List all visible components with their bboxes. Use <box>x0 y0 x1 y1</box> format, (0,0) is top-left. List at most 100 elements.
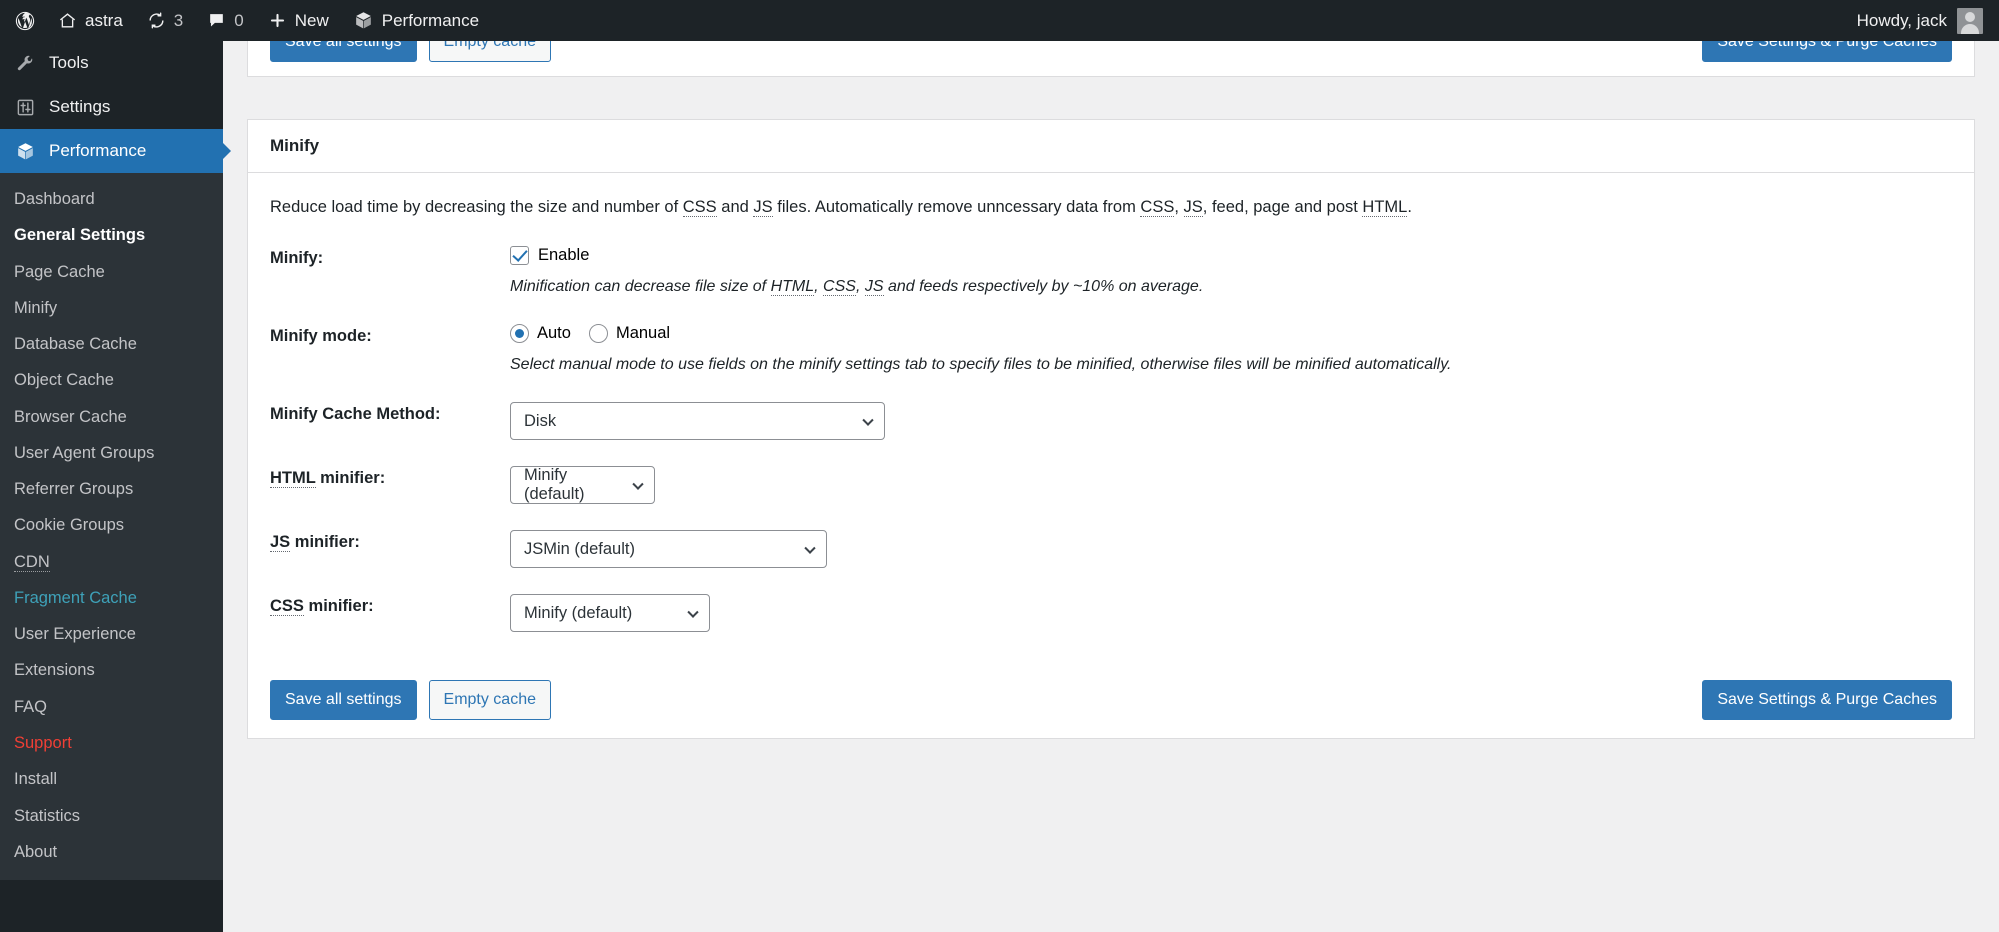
comments-menu[interactable]: 0 <box>195 0 255 41</box>
update-arrows-icon <box>147 11 166 30</box>
save-all-settings-button-top[interactable]: Save all settings <box>270 41 417 62</box>
submenu-item-label: General Settings <box>14 226 146 245</box>
submenu-item-label: About <box>14 842 58 861</box>
save-all-settings-button-bottom[interactable]: Save all settings <box>270 680 417 721</box>
minify-enable-checkbox[interactable] <box>510 245 529 265</box>
minify-description: Reduce load time by decreasing the size … <box>270 195 1952 220</box>
chevron-down-icon <box>687 606 699 618</box>
js-minifier-select[interactable]: JSMin (default) <box>510 530 827 569</box>
main-content: Save all settings Empty cache Save Setti… <box>223 41 1999 932</box>
minify-enable-checkbox-label: Enable <box>538 245 590 264</box>
submenu-item-object-cache[interactable]: Object Cache <box>0 362 223 398</box>
submenu-item-fragment-cache[interactable]: Fragment Cache <box>0 580 223 616</box>
updates-menu[interactable]: 3 <box>135 0 195 41</box>
wordpress-logo-menu[interactable] <box>0 0 46 41</box>
label-text: minifier: <box>315 469 386 488</box>
submenu-item-browser-cache[interactable]: Browser Cache <box>0 399 223 435</box>
submenu-item-label: Minify <box>14 298 58 317</box>
plus-icon <box>268 11 287 30</box>
submenu-item-cdn[interactable]: CDN <box>0 544 223 580</box>
hint-text: and feeds respectively by ~10% on averag… <box>883 277 1204 295</box>
action-bar-top: Save all settings Empty cache Save Setti… <box>248 41 1974 76</box>
submenu-item-extensions[interactable]: Extensions <box>0 652 223 688</box>
home-icon <box>58 11 77 30</box>
minify-cache-method-row: Minify Cache Method: Disk <box>270 402 1952 441</box>
previous-panel-actions: Save all settings Empty cache Save Setti… <box>247 41 1975 77</box>
settings-sliders-icon <box>14 98 36 117</box>
save-settings-purge-caches-button-top[interactable]: Save Settings & Purge Caches <box>1702 41 1952 62</box>
css-minifier-field: Minify (default) <box>510 594 1952 633</box>
new-label: New <box>294 10 329 30</box>
hint-text: , <box>855 277 865 295</box>
comments-count: 0 <box>234 10 244 30</box>
submenu-item-database-cache[interactable]: Database Cache <box>0 326 223 362</box>
css-minifier-row: CSS minifier: Minify (default) <box>270 594 1952 633</box>
minify-mode-field: Auto Manual Select manual mode to use fi… <box>510 323 1952 376</box>
howdy-label: Howdy, jack <box>1856 10 1947 30</box>
submenu-item-install[interactable]: Install <box>0 761 223 797</box>
submenu-item-about[interactable]: About <box>0 834 223 870</box>
html-minifier-select[interactable]: Minify (default) <box>510 466 655 505</box>
minify-enable-checkbox-line[interactable]: Enable <box>510 245 1952 265</box>
account-menu[interactable]: Howdy, jack <box>1856 7 1999 34</box>
sidebar-item-label: Performance <box>49 141 147 160</box>
desc-text: . <box>1407 198 1412 216</box>
submenu-item-referrer-groups[interactable]: Referrer Groups <box>0 471 223 507</box>
submenu-item-label: Object Cache <box>14 371 114 390</box>
avatar <box>1957 7 1983 34</box>
submenu-item-minify[interactable]: Minify <box>0 290 223 326</box>
sidebar-item-settings[interactable]: Settings <box>0 85 223 129</box>
submenu-item-label: Dashboard <box>14 190 95 208</box>
submenu-item-user-experience[interactable]: User Experience <box>0 616 223 652</box>
comment-bubble-icon <box>207 11 226 30</box>
css-minifier-label: CSS minifier: <box>270 594 510 617</box>
cube-icon <box>14 141 36 162</box>
sidebar-item-label: Tools <box>49 53 89 72</box>
empty-cache-button-top[interactable]: Empty cache <box>428 41 551 62</box>
chevron-down-icon <box>862 414 874 426</box>
wrench-icon <box>14 54 36 73</box>
abbr-js: JS <box>1183 198 1203 217</box>
js-minifier-value: JSMin (default) <box>524 539 635 558</box>
abbr-html: HTML <box>770 277 815 296</box>
abbr-css: CSS <box>1140 198 1175 217</box>
label-text: minifier: <box>290 533 360 552</box>
submenu-item-page-cache[interactable]: Page Cache <box>0 254 223 290</box>
site-name-menu[interactable]: astra <box>46 0 135 41</box>
admin-sidebar: Tools Settings Performance Dashboard Gen… <box>0 41 223 932</box>
submenu-item-support[interactable]: Support <box>0 725 223 761</box>
css-minifier-select[interactable]: Minify (default) <box>510 594 710 633</box>
minify-mode-auto-radio[interactable] <box>510 323 529 343</box>
submenu-item-label: User Experience <box>14 625 136 644</box>
submenu-item-statistics[interactable]: Statistics <box>0 798 223 834</box>
submenu-item-user-agent-groups[interactable]: User Agent Groups <box>0 435 223 471</box>
sidebar-item-label: Settings <box>49 97 111 116</box>
minify-panel: Minify Reduce load time by decreasing th… <box>247 119 1975 740</box>
abbr-html: HTML <box>1362 198 1408 217</box>
action-bar-bottom: Save all settings Empty cache Save Setti… <box>248 664 1974 738</box>
sidebar-item-performance[interactable]: Performance <box>0 129 223 173</box>
performance-menu[interactable]: Performance <box>341 0 491 41</box>
site-name-label: astra <box>85 10 123 30</box>
abbr-js: JS <box>753 198 773 217</box>
submenu-item-general-settings[interactable]: General Settings <box>0 217 223 253</box>
minify-mode-manual-label: Manual <box>615 323 671 342</box>
submenu-item-faq[interactable]: FAQ <box>0 689 223 725</box>
desc-text: Reduce load time by decreasing the size … <box>270 198 683 216</box>
minify-mode-manual-option[interactable]: Manual <box>588 323 671 343</box>
minify-mode-hint: Select manual mode to use fields on the … <box>510 355 1452 373</box>
minify-cache-method-select[interactable]: Disk <box>510 402 885 441</box>
minify-mode-manual-radio[interactable] <box>588 323 608 343</box>
submenu-item-label: Browser Cache <box>14 407 127 426</box>
save-settings-purge-caches-button-bottom[interactable]: Save Settings & Purge Caches <box>1702 680 1952 721</box>
submenu-item-label: Extensions <box>14 661 95 680</box>
desc-text: and <box>716 198 754 216</box>
empty-cache-button-bottom[interactable]: Empty cache <box>428 680 551 721</box>
sidebar-item-tools[interactable]: Tools <box>0 41 223 85</box>
desc-text: , <box>1174 198 1184 216</box>
minify-mode-auto-option[interactable]: Auto <box>510 323 571 343</box>
submenu-item-dashboard[interactable]: Dashboard <box>0 181 223 217</box>
new-content-menu[interactable]: New <box>256 0 341 41</box>
js-minifier-field: JSMin (default) <box>510 530 1952 569</box>
submenu-item-cookie-groups[interactable]: Cookie Groups <box>0 507 223 543</box>
